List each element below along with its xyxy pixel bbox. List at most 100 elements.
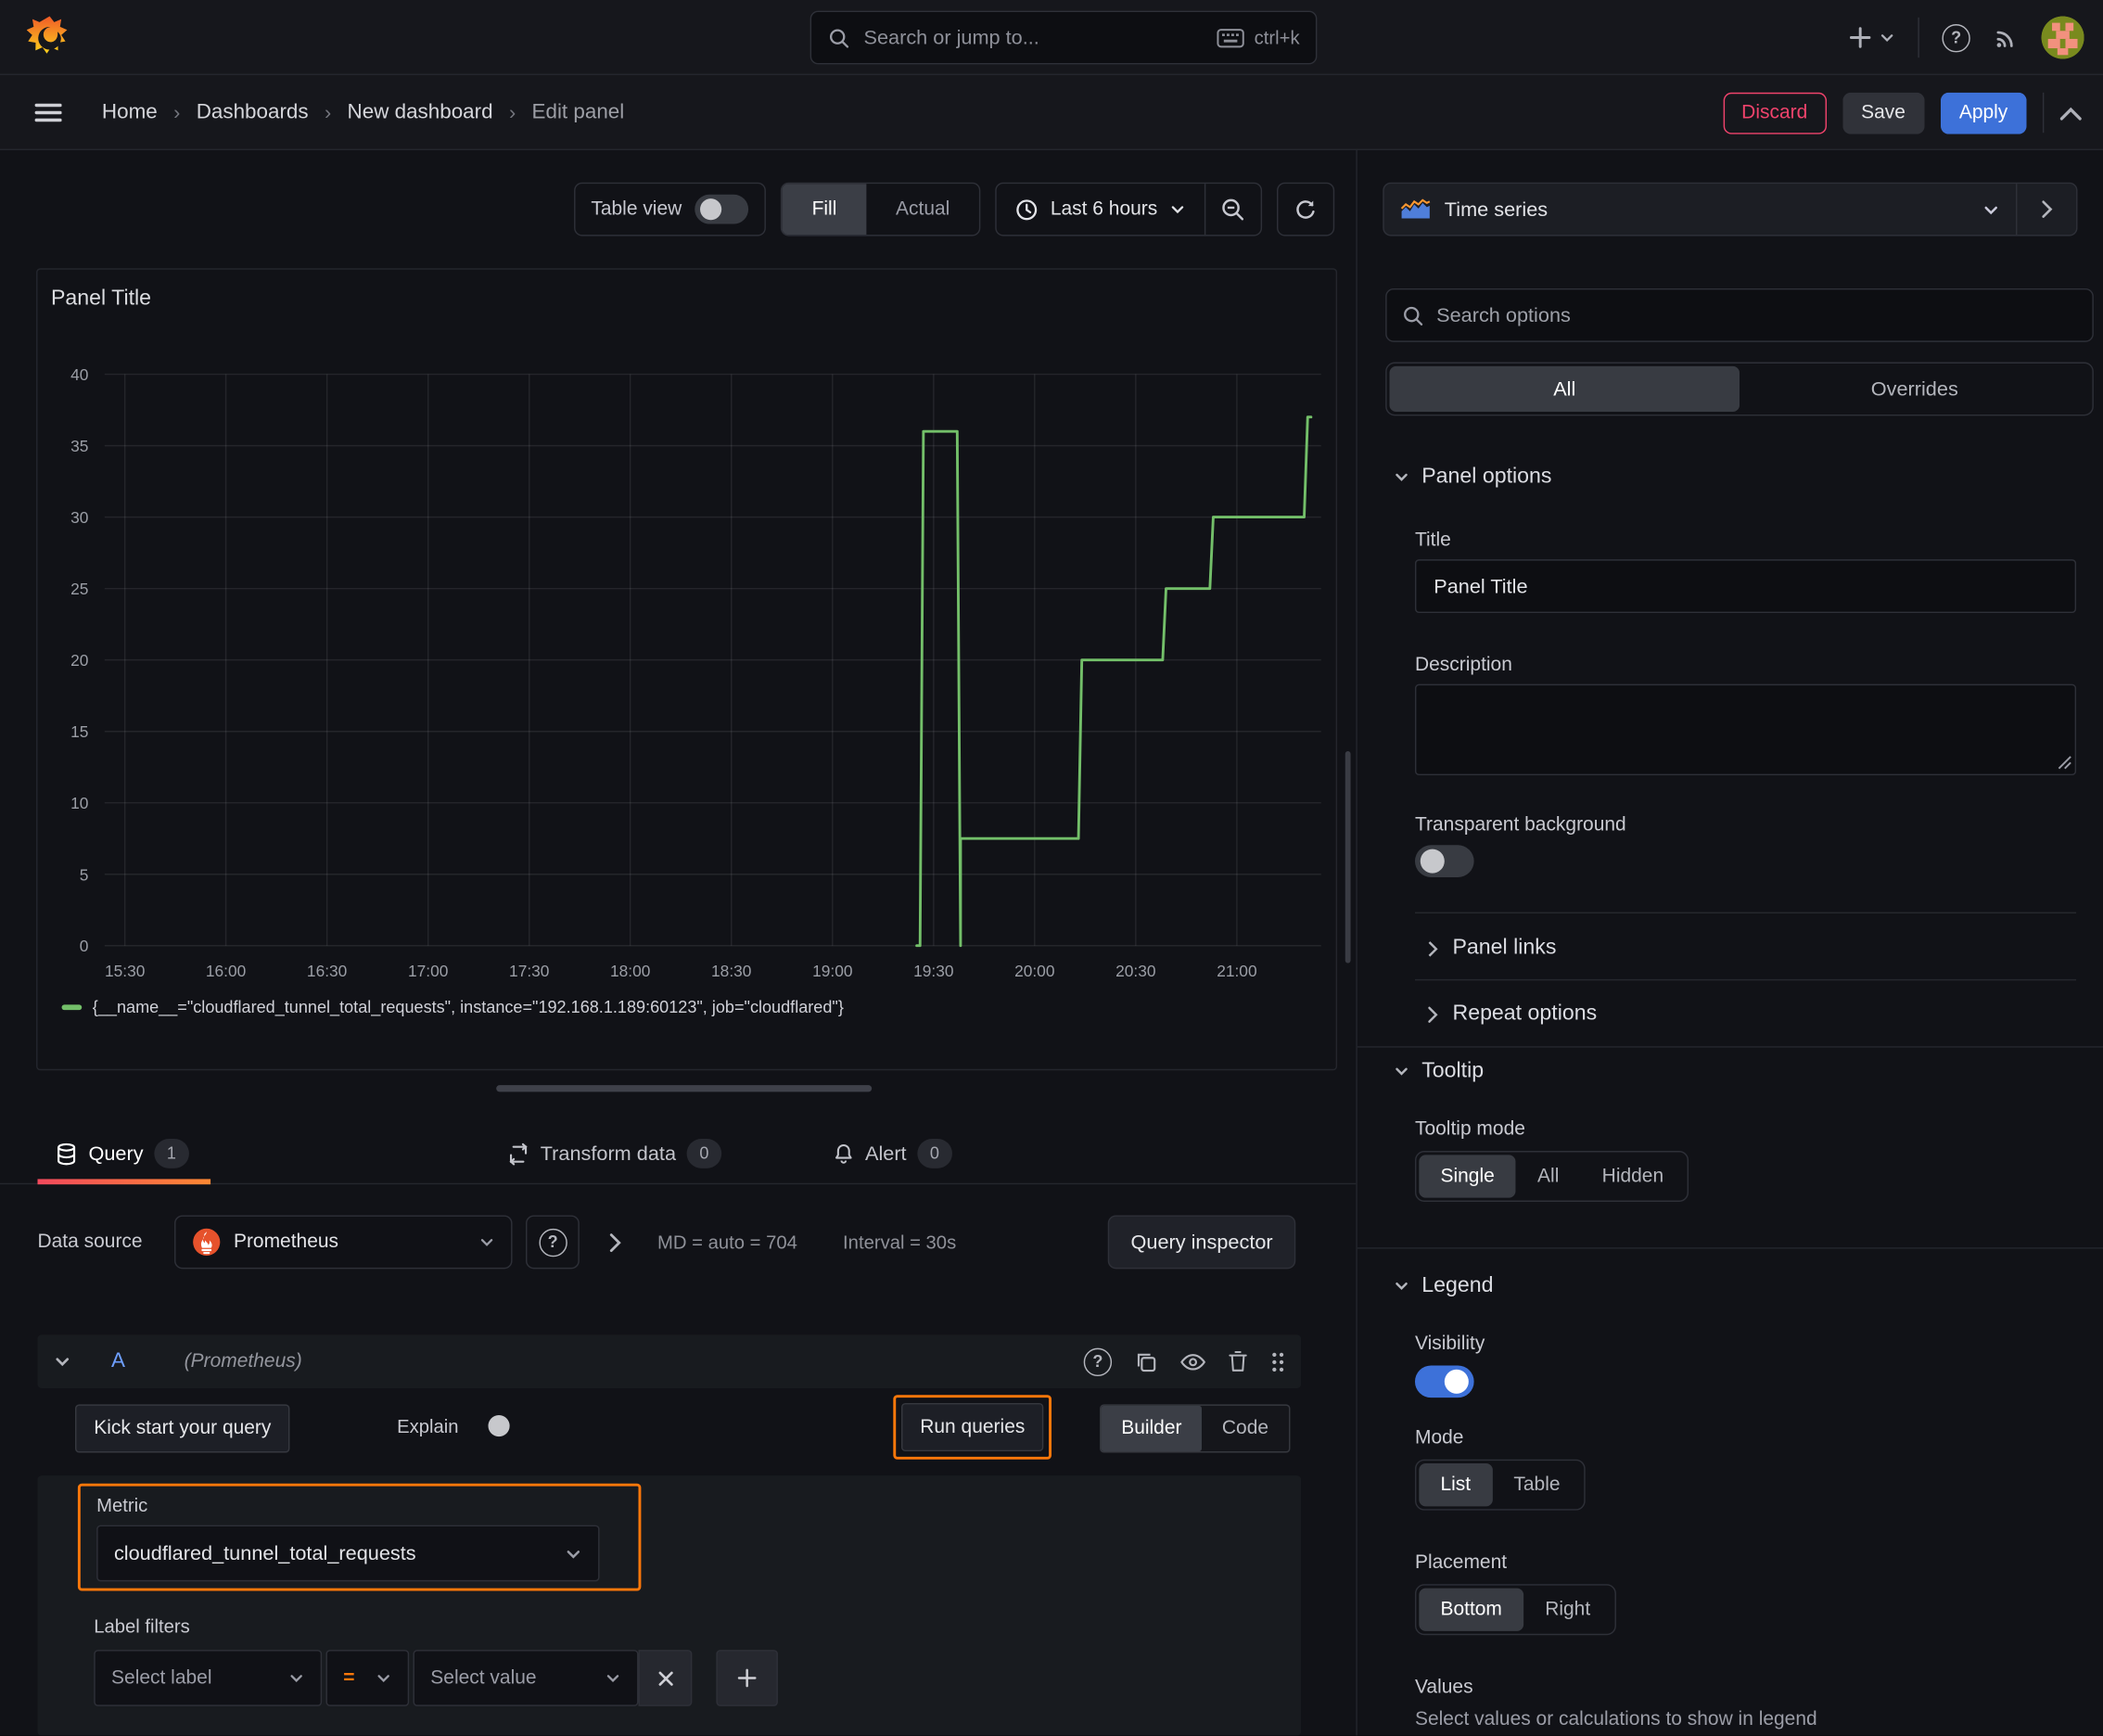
time-range-button[interactable]: Last 6 hours: [997, 198, 1204, 221]
query-help-icon[interactable]: ?: [1083, 1347, 1113, 1376]
chevron-down-icon[interactable]: [54, 1353, 71, 1371]
chevron-down-icon: [1394, 1278, 1409, 1294]
plus-icon: [736, 1667, 758, 1689]
query-inspector-button[interactable]: Query inspector: [1107, 1215, 1296, 1270]
duplicate-icon[interactable]: [1135, 1350, 1158, 1373]
tooltip-single-option[interactable]: Single: [1419, 1155, 1516, 1198]
description-textarea[interactable]: [1414, 683, 2077, 776]
select-value-placeholder: Select value: [430, 1666, 537, 1690]
breadcrumb-separator: ›: [508, 101, 516, 124]
chart-panel[interactable]: Panel Title 0 5 10 15 20 25 30 35 40 15:30 16:00 16…: [36, 268, 1338, 1071]
add-filter-button[interactable]: [716, 1650, 778, 1706]
chart-legend[interactable]: {__name__="cloudflared_tunnel_total_requ…: [61, 998, 844, 1016]
remove-filter-button[interactable]: [638, 1650, 693, 1706]
label-filters-row: Select label = Select value: [94, 1650, 778, 1706]
save-button[interactable]: Save: [1842, 92, 1925, 134]
breadcrumb-new-dashboard[interactable]: New dashboard: [348, 100, 493, 124]
discard-button[interactable]: Discard: [1722, 92, 1827, 134]
chevron-down-icon: [605, 1670, 620, 1686]
news-button[interactable]: [1993, 25, 2018, 50]
legend-visibility-toggle[interactable]: [1414, 1365, 1474, 1398]
refresh-icon: [1294, 198, 1318, 221]
svg-text:20:30: 20:30: [1115, 962, 1155, 980]
tab-query[interactable]: Query 1: [37, 1124, 210, 1185]
interval-stat: Interval = 30s: [843, 1231, 957, 1253]
builder-option[interactable]: Builder: [1101, 1405, 1203, 1452]
svg-text:16:00: 16:00: [206, 962, 246, 980]
chevron-down-icon: [1169, 201, 1185, 217]
section-divider: [1357, 1046, 2103, 1048]
datasource-picker[interactable]: Prometheus: [174, 1215, 513, 1270]
tooltip-all-option[interactable]: All: [1516, 1155, 1581, 1197]
breadcrumb-dashboards[interactable]: Dashboards: [197, 100, 309, 124]
svg-text:16:30: 16:30: [307, 962, 347, 980]
legend-header[interactable]: Legend: [1394, 1274, 1493, 1298]
tab-alert[interactable]: Alert 0: [815, 1124, 973, 1183]
query-ref-id[interactable]: A: [111, 1349, 125, 1373]
legend-list-option[interactable]: List: [1419, 1463, 1493, 1507]
metric-select[interactable]: cloudflared_tunnel_total_requests: [96, 1525, 600, 1582]
table-view-toggle[interactable]: [695, 194, 749, 224]
kick-start-button[interactable]: Kick start your query: [74, 1404, 290, 1453]
search-icon: [827, 26, 850, 49]
run-queries-button[interactable]: Run queries: [900, 1402, 1044, 1452]
panel-title-input[interactable]: [1414, 559, 2077, 614]
pane-resize-handle[interactable]: [496, 1085, 873, 1092]
placement-bottom-option[interactable]: Bottom: [1419, 1588, 1524, 1631]
svg-text:20:00: 20:00: [1014, 962, 1054, 980]
metric-highlight: Metric cloudflared_tunnel_total_requests: [77, 1483, 642, 1591]
svg-text:15:30: 15:30: [105, 962, 145, 980]
datasource-help-button[interactable]: ?: [526, 1215, 580, 1270]
drag-grip-icon[interactable]: [1270, 1350, 1285, 1373]
options-search[interactable]: [1385, 287, 2094, 342]
trash-icon[interactable]: [1229, 1350, 1247, 1372]
tooltip-hidden-option[interactable]: Hidden: [1581, 1155, 1686, 1197]
tooltip-header[interactable]: Tooltip: [1394, 1060, 1484, 1084]
zoom-out-button[interactable]: [1204, 184, 1261, 236]
help-icon: ?: [1942, 23, 1970, 52]
chevron-down-icon: [376, 1670, 391, 1686]
operator-dropdown[interactable]: =: [325, 1650, 410, 1706]
transparent-background-toggle[interactable]: [1414, 845, 1474, 877]
panel-links-section[interactable]: Panel links: [1427, 925, 1556, 973]
label-filters-label: Label filters: [94, 1615, 190, 1637]
datasource-value: Prometheus: [233, 1231, 339, 1253]
code-option[interactable]: Code: [1202, 1406, 1289, 1451]
tab-transform-data[interactable]: Transform data 0: [490, 1124, 744, 1183]
legend-table-option[interactable]: Table: [1492, 1463, 1581, 1506]
query-card-header[interactable]: A (Prometheus) ?: [37, 1334, 1302, 1389]
tab-all[interactable]: All: [1389, 365, 1740, 413]
tab-transform-label: Transform data: [540, 1142, 677, 1166]
repeat-options-section[interactable]: Repeat options: [1427, 989, 1597, 1038]
tab-overrides[interactable]: Overrides: [1740, 366, 2090, 412]
panel-links-label: Panel links: [1452, 936, 1557, 960]
placement-right-option[interactable]: Right: [1523, 1589, 1612, 1631]
select-label-dropdown[interactable]: Select label: [94, 1650, 323, 1706]
apply-button[interactable]: Apply: [1940, 92, 2027, 134]
grafana-logo-icon[interactable]: [26, 15, 72, 60]
options-search-input[interactable]: [1436, 303, 2078, 327]
svg-text:5: 5: [80, 865, 89, 884]
scrollbar-thumb[interactable]: [1345, 750, 1351, 964]
toggle-knob: [1420, 849, 1445, 874]
expand-viz-picker-button[interactable]: [2015, 184, 2076, 236]
tooltip-title: Tooltip: [1421, 1059, 1485, 1083]
user-avatar[interactable]: [2041, 16, 2084, 59]
chevron-right-icon[interactable]: [609, 1232, 622, 1253]
refresh-button[interactable]: [1276, 182, 1335, 236]
grafana-app: ctrl+k ?: [0, 0, 2103, 1736]
prometheus-icon: [192, 1227, 222, 1257]
panel-options-header[interactable]: Panel options: [1394, 466, 1551, 490]
help-button[interactable]: ?: [1942, 23, 1970, 52]
actual-option[interactable]: Actual: [866, 184, 979, 235]
fill-option[interactable]: Fill: [782, 184, 867, 236]
select-value-dropdown[interactable]: Select value: [413, 1650, 639, 1706]
hide-response-icon[interactable]: [1180, 1353, 1206, 1371]
global-search[interactable]: ctrl+k: [809, 10, 1318, 65]
breadcrumb-home[interactable]: Home: [102, 100, 158, 124]
visualization-select[interactable]: Time series: [1384, 184, 2016, 235]
menu-toggle-icon[interactable]: [34, 102, 62, 123]
search-input[interactable]: [863, 26, 1204, 49]
new-button[interactable]: [1848, 25, 1895, 49]
collapse-pane-icon[interactable]: [2059, 106, 2082, 121]
